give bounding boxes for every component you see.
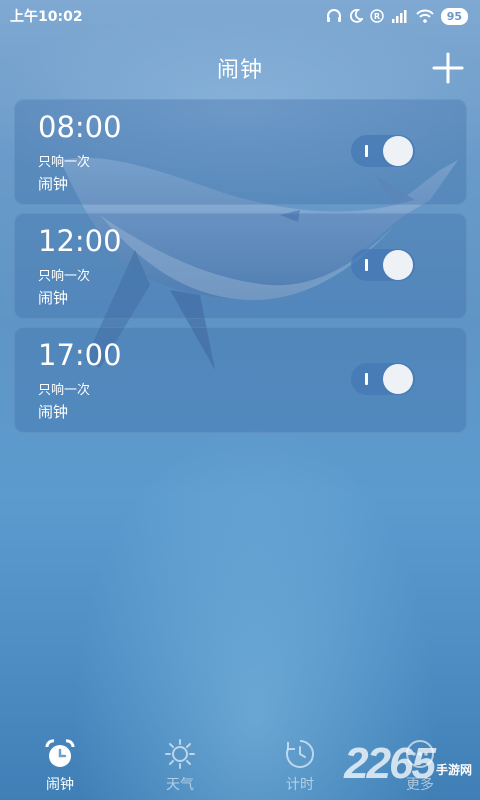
status-bar: 上午10:02 R 95 xyxy=(0,0,480,32)
nav-label: 闹钟 xyxy=(46,777,74,793)
alarm-repeat: 只响一次 xyxy=(38,383,91,398)
status-time: 上午10:02 xyxy=(10,9,83,25)
status-icons: R 95 xyxy=(326,7,468,25)
alarm-toggle[interactable] xyxy=(351,135,415,167)
nav-item-more[interactable]: 更多 xyxy=(360,730,480,800)
bottom-nav: 闹钟 天气 计时 更多 xyxy=(0,730,480,800)
alarm-clock-icon xyxy=(45,739,75,767)
alarm-time: 08:00 xyxy=(38,110,122,144)
toggle-on-mark xyxy=(365,373,368,385)
toggle-knob xyxy=(383,364,413,394)
sun-icon xyxy=(165,739,195,769)
add-alarm-button[interactable] xyxy=(430,50,466,86)
nav-label: 天气 xyxy=(166,777,194,793)
alarm-time: 17:00 xyxy=(38,338,122,372)
moon-icon xyxy=(349,9,363,23)
toggle-knob xyxy=(383,250,413,280)
nav-label: 更多 xyxy=(406,777,434,793)
alarm-toggle[interactable] xyxy=(351,363,415,395)
alarm-label: 闹钟 xyxy=(38,289,69,307)
toggle-on-mark xyxy=(365,145,368,157)
toggle-knob xyxy=(383,136,413,166)
registered-icon: R xyxy=(369,9,384,23)
alarm-label: 闹钟 xyxy=(38,403,69,421)
header: 闹钟 xyxy=(0,40,480,92)
battery-indicator: 95 xyxy=(440,7,468,25)
alarm-card[interactable]: 17:00 只响一次 闹钟 xyxy=(14,327,467,433)
signal-icon xyxy=(391,10,407,23)
nav-label: 计时 xyxy=(286,777,314,793)
alarm-card[interactable]: 08:00 只响一次 闹钟 xyxy=(14,99,467,205)
headphones-icon xyxy=(326,9,341,22)
alarm-repeat: 只响一次 xyxy=(38,155,91,170)
alarm-list: 08:00 只响一次 闹钟 12:00 只响一次 闹钟 17:00 只响一次 闹… xyxy=(14,99,467,441)
wifi-icon xyxy=(415,9,434,23)
plus-icon xyxy=(432,52,464,84)
alarm-repeat: 只响一次 xyxy=(38,269,91,284)
alarm-toggle[interactable] xyxy=(351,249,415,281)
toggle-on-mark xyxy=(365,259,368,271)
alarm-card[interactable]: 12:00 只响一次 闹钟 xyxy=(14,213,467,319)
svg-text:R: R xyxy=(374,12,380,21)
nav-item-timer[interactable]: 计时 xyxy=(240,730,360,800)
timer-icon xyxy=(286,740,314,768)
alarm-label: 闹钟 xyxy=(38,175,69,193)
alarm-time: 12:00 xyxy=(38,224,122,258)
nav-item-weather[interactable]: 天气 xyxy=(120,730,240,800)
more-icon xyxy=(406,740,434,768)
nav-item-alarm[interactable]: 闹钟 xyxy=(0,730,120,800)
page-title: 闹钟 xyxy=(216,58,263,83)
